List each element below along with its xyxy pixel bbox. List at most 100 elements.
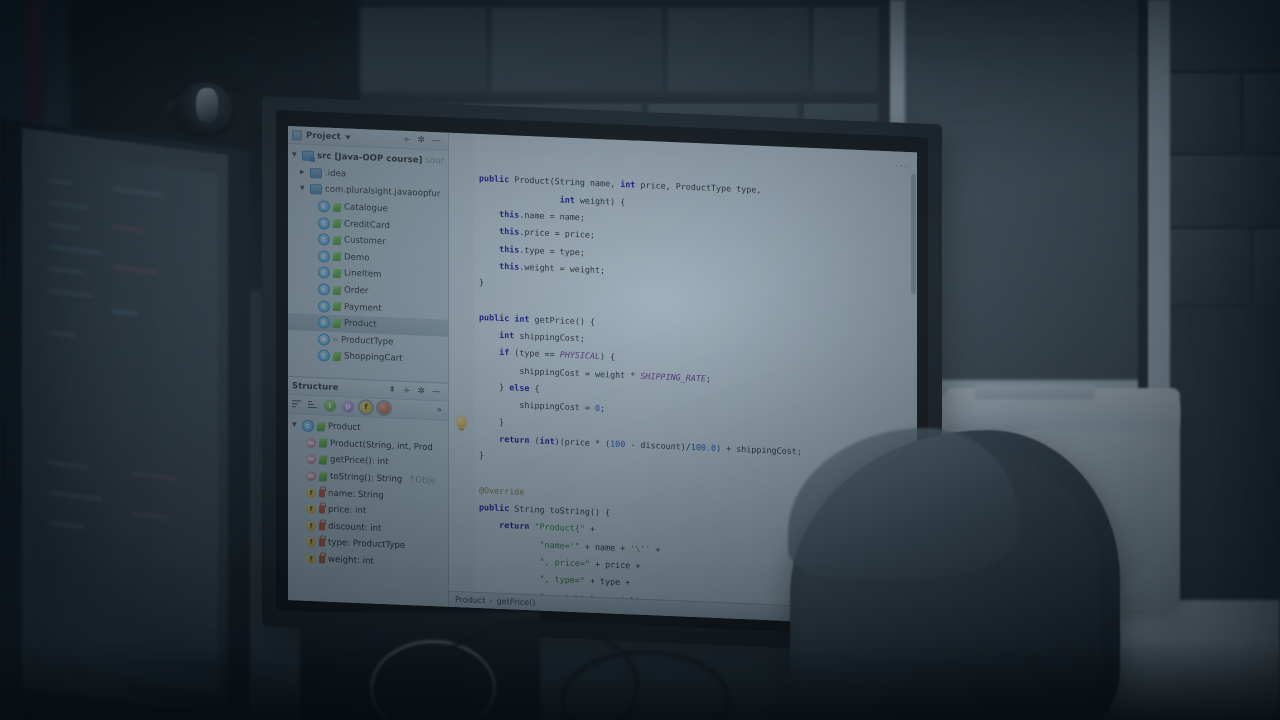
code-token: "Product{" (534, 521, 585, 534)
code-token: shippingCost = weight * (479, 363, 641, 381)
structure-item-label: Product (328, 421, 361, 434)
settings-gear-icon[interactable]: ✲ (417, 386, 425, 396)
collapse-arrow-icon[interactable]: ▶ (300, 168, 307, 175)
class-icon: c (318, 233, 330, 247)
structure-tree[interactable]: ▼ c Product m Product(String, int, Prod … (288, 414, 448, 573)
left-tool-column: Project ÷ ✲ — ▼ src [Java-OOP course] so… (288, 126, 449, 608)
class-icon: c (302, 419, 314, 433)
code-line: } (479, 277, 484, 287)
field-icon: f (306, 553, 316, 565)
intention-lightbulb-icon[interactable] (457, 416, 466, 428)
expand-arrow-icon[interactable]: ▼ (300, 185, 307, 192)
method-icon: m (306, 437, 316, 449)
tree-item-label: CreditCard (344, 219, 390, 231)
code-token: PHYSICAL (559, 349, 601, 362)
gray-marker-icon (333, 337, 338, 343)
code-token: int (499, 329, 515, 341)
show-non-public-icon[interactable] (378, 401, 390, 415)
toolbar-overflow-icon[interactable]: » (436, 405, 444, 415)
code-line: this.name = name; (479, 208, 585, 223)
tree-item-suffix: sour (425, 156, 445, 167)
sort-alphabetically-icon[interactable] (292, 399, 302, 410)
class-icon: c (318, 299, 330, 313)
minimize-icon[interactable]: — (432, 136, 441, 146)
tree-item-label: Order (344, 285, 369, 297)
code-line: "name='" + name + '\'' + (479, 537, 661, 554)
class-icon: c (318, 349, 330, 363)
show-fields-icon[interactable]: f (360, 401, 372, 414)
code-line: this.type = type; (479, 243, 585, 257)
class-icon: c (318, 283, 330, 296)
code-line: return "Product{" + (479, 519, 595, 534)
structure-item-label: toString(): String (330, 471, 403, 485)
editor-gutter[interactable] (449, 132, 475, 608)
expand-arrow-icon[interactable]: ▼ (292, 421, 299, 428)
show-inherited-icon[interactable]: i (324, 399, 336, 413)
tree-item-label: ProductType (341, 335, 394, 348)
code-token: - discount)/ (625, 438, 691, 452)
chevron-down-icon[interactable] (344, 134, 351, 140)
code-line: } (479, 416, 504, 426)
expand-arrow-icon[interactable]: ▼ (292, 151, 299, 158)
code-line: } (479, 450, 484, 460)
structure-item-label: type: ProductType (328, 538, 406, 552)
green-marker-icon (332, 268, 342, 279)
green-marker-icon (332, 285, 342, 295)
code-token: int (539, 435, 555, 447)
private-lock-icon (319, 555, 325, 564)
structure-item-label: getPrice(): int (330, 455, 389, 468)
code-token: name, (584, 177, 621, 190)
structure-item-label: name: String (328, 488, 384, 501)
sort-by-visibility-icon[interactable] (308, 399, 318, 410)
window-mullion-right (1138, 0, 1148, 410)
code-token: getPrice() { (529, 313, 596, 327)
code-token: 100.0 (690, 441, 717, 453)
structure-item-label: weight: int (328, 554, 374, 567)
code-token: .price = price; (519, 226, 595, 241)
code-token: public (479, 173, 510, 185)
structure-item-label: discount: int (328, 521, 382, 534)
minimize-icon[interactable]: — (432, 387, 441, 397)
tree-item-label: Payment (344, 301, 382, 314)
green-marker-icon (332, 302, 342, 312)
project-tree[interactable]: ▼ src [Java-OOP course] sour ▶ .idea ▼ c… (288, 144, 448, 369)
code-fold-marker[interactable]: ··· (895, 161, 909, 171)
project-panel-title: Project (306, 130, 341, 142)
code-token: } (479, 380, 510, 393)
green-marker-icon (318, 438, 328, 448)
green-marker-icon (332, 318, 342, 328)
code-token: + (584, 523, 595, 535)
code-line: return (int)(price * (100 - discount)/10… (479, 433, 802, 457)
code-token: { (529, 383, 540, 394)
breadcrumb-class[interactable]: Product (455, 595, 485, 605)
code-line: if (type == PHYSICAL) { (479, 346, 615, 362)
code-line: this.weight = weight; (479, 260, 605, 275)
code-token: )(price * ( (554, 436, 611, 449)
green-marker-icon (316, 422, 326, 432)
show-properties-icon[interactable]: p (342, 400, 354, 413)
expand-all-icon[interactable]: ⇞ (388, 385, 396, 395)
breadcrumb-method[interactable]: getPrice() (497, 597, 536, 608)
tree-item-label: ShoppingCart (344, 351, 403, 365)
private-lock-icon (319, 538, 325, 548)
code-line: @Override (479, 485, 524, 497)
code-line: int shippingCost; (479, 329, 585, 344)
code-token: return (499, 433, 530, 445)
code-token: } (479, 450, 485, 461)
code-token: + type + (584, 575, 631, 588)
tree-item-label: Product (344, 318, 377, 330)
collapse-all-icon[interactable]: ÷ (403, 134, 411, 144)
green-marker-icon (318, 455, 328, 465)
folder-icon (310, 167, 322, 179)
code-token: + name + (579, 540, 631, 553)
code-token: .name = name; (519, 209, 585, 223)
code-token: ) { (600, 351, 616, 363)
collapse-all-icon[interactable]: ÷ (403, 385, 411, 395)
code-token: @Override (479, 484, 525, 497)
settings-gear-icon[interactable]: ✲ (417, 135, 425, 145)
